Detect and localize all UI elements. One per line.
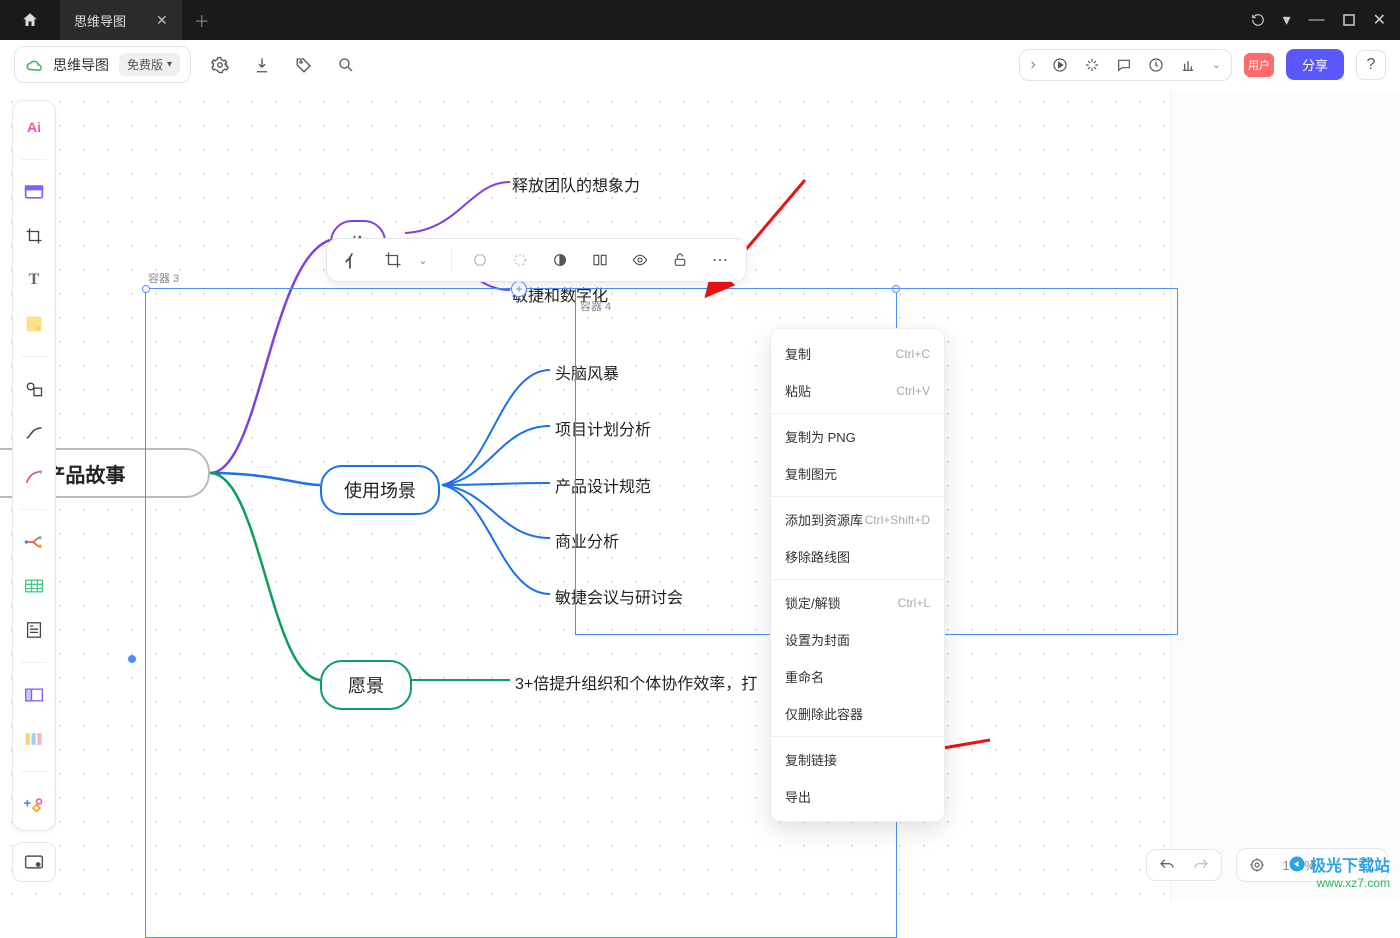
cm-add-library[interactable]: 添加到资源库Ctrl+Shift+D (771, 501, 944, 538)
sparkle-icon[interactable] (1084, 57, 1100, 73)
redo-icon[interactable] (1193, 858, 1209, 872)
watermark: 极光下载站 www.xz7.com (1288, 852, 1390, 890)
sb-connector-icon[interactable] (20, 421, 48, 445)
sb-text-icon[interactable]: T (20, 268, 48, 292)
settings-icon[interactable] (209, 54, 231, 76)
cm-rename[interactable]: 重命名 (771, 658, 944, 695)
dropdown-icon[interactable]: ▾ (1283, 10, 1291, 30)
new-tab-button[interactable]: ＋ (182, 8, 222, 32)
refresh-icon[interactable] (1251, 13, 1265, 27)
ft-unlock-icon[interactable] (668, 248, 692, 272)
cm-export[interactable]: 导出 (771, 778, 944, 815)
ft-layout-icon[interactable] (588, 248, 612, 272)
ft-text-icon[interactable]: 亻 (341, 248, 365, 272)
sb-doc-icon[interactable] (20, 618, 48, 642)
cm-copy-link[interactable]: 复制链接 (771, 741, 944, 778)
maximize-icon[interactable] (1343, 14, 1355, 26)
tag-icon[interactable] (293, 54, 315, 76)
cm-set-cover[interactable]: 设置为封面 (771, 621, 944, 658)
leaf-imagination[interactable]: 释放团队的想象力 (512, 172, 640, 196)
sb-frame-icon[interactable] (20, 180, 48, 204)
download-icon[interactable] (251, 54, 273, 76)
ft-eye-icon[interactable] (628, 248, 652, 272)
sb-crop-icon[interactable] (20, 224, 48, 248)
target-icon[interactable] (1249, 857, 1265, 873)
ft-crop-icon[interactable] (381, 248, 405, 272)
titlebar: 思维导图 ✕ ＋ ▾ — ✕ (0, 0, 1400, 40)
bottom-left-button[interactable] (12, 842, 56, 882)
canvas[interactable]: Mix产品故事 价 释放团队的想象力 敏捷和数字化 使用场景 头脑风暴 项目计划… (0, 90, 1400, 900)
right-tool-pill: › ⌄ (1019, 49, 1232, 81)
sb-pen-icon[interactable] (20, 465, 48, 489)
plan-badge[interactable]: 免费版▾ (119, 53, 180, 76)
tab-title: 思维导图 (74, 11, 126, 30)
doc-info-group: 思维导图 免费版▾ (14, 46, 191, 83)
anchor-dot (128, 655, 136, 663)
selection-label-left: 容器 3 (148, 270, 179, 286)
more-chevron-icon[interactable]: ⌄ (1212, 58, 1221, 71)
ft-circle-dashed-icon[interactable] (508, 248, 532, 272)
sb-add-shapes-icon[interactable] (20, 792, 48, 816)
chart-icon[interactable] (1180, 57, 1196, 73)
selection-add-button[interactable]: + (511, 281, 527, 297)
cm-delete-container[interactable]: 仅删除此容器 (771, 695, 944, 732)
cm-lock[interactable]: 锁定/解锁Ctrl+L (771, 584, 944, 621)
sb-columns-icon[interactable] (20, 727, 48, 751)
user-avatar[interactable]: 用户 (1244, 53, 1274, 77)
sb-kanban-icon[interactable] (20, 683, 48, 707)
comment-icon[interactable] (1116, 57, 1132, 73)
tab-close-icon[interactable]: ✕ (156, 12, 168, 29)
close-icon[interactable]: ✕ (1373, 10, 1386, 30)
cm-copy-png[interactable]: 复制为 PNG (771, 418, 944, 455)
sb-mindmap-icon[interactable] (20, 530, 48, 554)
doc-type-label[interactable]: 思维导图 (53, 55, 109, 75)
left-sidebar: Ai T (12, 100, 56, 831)
context-menu: 复制Ctrl+C 粘贴Ctrl+V 复制为 PNG 复制图元 添加到资源库Ctr… (770, 328, 945, 822)
sb-ai-icon[interactable]: Ai (20, 115, 48, 139)
undo-icon[interactable] (1159, 858, 1175, 872)
chevron-right-icon[interactable]: › (1030, 56, 1035, 74)
search-icon[interactable] (335, 54, 357, 76)
tab-mindmap[interactable]: 思维导图 ✕ (60, 0, 182, 40)
floating-toolbar: 亻 ⌄ ⋯ (326, 238, 747, 282)
cloud-icon (25, 58, 43, 72)
cm-copy-shape[interactable]: 复制图元 (771, 455, 944, 492)
history-icon[interactable] (1148, 57, 1164, 73)
home-button[interactable] (0, 0, 60, 40)
ft-crop-chevron-icon[interactable]: ⌄ (411, 248, 435, 272)
sb-shapes-icon[interactable] (20, 377, 48, 401)
share-button[interactable]: 分享 (1286, 49, 1344, 80)
cm-copy[interactable]: 复制Ctrl+C (771, 335, 944, 372)
minimize-icon[interactable]: — (1309, 11, 1325, 29)
ft-contrast-icon[interactable] (548, 248, 572, 272)
toolbar: 思维导图 免费版▾ › ⌄ 用户 分享 ? (0, 40, 1400, 90)
ft-more-icon[interactable]: ⋯ (708, 248, 732, 272)
cm-paste[interactable]: 粘贴Ctrl+V (771, 372, 944, 409)
cm-remove-route[interactable]: 移除路线图 (771, 538, 944, 575)
help-button[interactable]: ? (1356, 50, 1386, 80)
sb-table-icon[interactable] (20, 574, 48, 598)
play-icon[interactable] (1052, 57, 1068, 73)
sb-sticky-icon[interactable] (20, 312, 48, 336)
ft-circle-icon[interactable] (468, 248, 492, 272)
